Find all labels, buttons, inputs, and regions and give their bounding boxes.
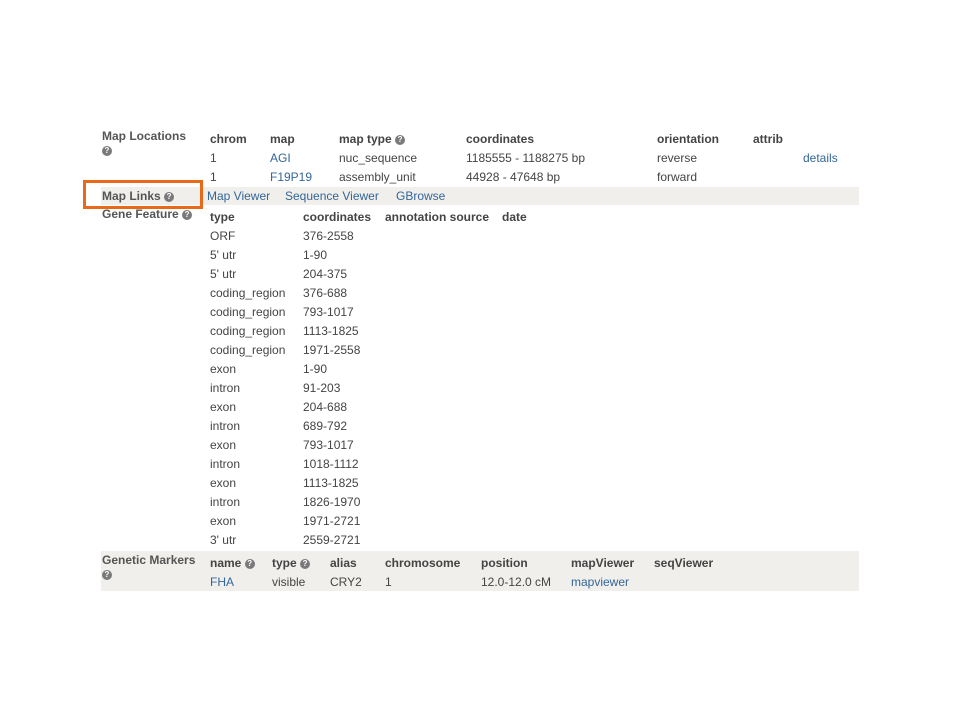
col-header-type: type (210, 210, 235, 224)
col-header-seqviewer: seqViewer (654, 556, 714, 570)
table-cell-type: 3' utr (210, 533, 237, 547)
help-icon[interactable]: ? (182, 210, 193, 220)
help-icon[interactable]: ? (102, 570, 112, 580)
col-header-chromosome: chromosome (385, 556, 461, 570)
table-cell-map-type: nuc_sequence (339, 151, 418, 165)
help-icon[interactable]: ? (395, 135, 406, 145)
table-cell-coordinates: 2559-2721 (303, 533, 361, 547)
table-cell-coordinates: 1971-2558 (303, 343, 361, 357)
mapviewer-link[interactable]: mapviewer (571, 575, 629, 589)
col-header-date: date (502, 210, 527, 224)
table-cell-coordinates: 793-1017 (303, 438, 354, 452)
col-header-mapviewer: mapViewer (571, 556, 635, 570)
map-links-section: Map Links ? Map Viewer Sequence Viewer G… (101, 187, 859, 205)
table-cell-type: 5' utr (210, 248, 237, 262)
table-cell-coordinates: 1018-1112 (303, 457, 359, 471)
marker-name-link[interactable]: FHA (210, 575, 234, 589)
table-cell-type: coding_region (210, 286, 286, 300)
genetic-markers-section: Genetic Markers ? name ? type ? alias ch… (101, 551, 859, 591)
table-cell-orientation: reverse (657, 151, 698, 165)
help-icon[interactable]: ? (164, 192, 175, 202)
genetic-markers-title: Genetic Markers ? (102, 553, 196, 580)
table-cell-coordinates: 1185555 - 1188275 bp (466, 151, 585, 165)
table-cell-alias: CRY2 (330, 575, 362, 589)
col-header-name: name ? (210, 556, 255, 570)
col-header-orientation: orientation (657, 132, 719, 146)
table-cell-coordinates: 1113-1825 (303, 324, 359, 338)
table-cell-coordinates: 44928 - 47648 bp (466, 170, 561, 184)
help-icon[interactable]: ? (102, 146, 112, 156)
table-cell-coordinates: 1-90 (303, 362, 328, 376)
table-cell-map-type: assembly_unit (339, 170, 416, 184)
col-header-position: position (481, 556, 528, 570)
table-cell-coordinates: 1971-2721 (303, 514, 361, 528)
gene-feature-section: Gene Feature ? type coordinates annotati… (101, 206, 859, 548)
table-cell-chrom: 1 (210, 151, 217, 165)
map-link-f19p19[interactable]: F19P19 (270, 170, 312, 184)
table-cell-coordinates: 1113-1825 (303, 476, 359, 490)
table-cell-coordinates: 689-792 (303, 419, 348, 433)
table-cell-type: coding_region (210, 305, 286, 319)
table-cell-type: visible (272, 575, 306, 589)
table-cell-type: exon (210, 400, 237, 414)
col-header-attrib: attrib (753, 132, 783, 146)
table-cell-chromosome: 1 (385, 575, 392, 589)
table-cell-coordinates: 376-2558 (303, 229, 354, 243)
table-cell-coordinates: 204-688 (303, 400, 348, 414)
table-cell-type: exon (210, 514, 237, 528)
col-header-map-type: map type ? (339, 132, 406, 146)
table-cell-type: exon (210, 438, 237, 452)
gene-feature-title: Gene Feature ? (102, 207, 193, 221)
table-cell-coordinates: 1826-1970 (303, 495, 361, 509)
table-cell-coordinates: 91-203 (303, 381, 341, 395)
table-cell-type: coding_region (210, 343, 286, 357)
col-header-alias: alias (330, 556, 357, 570)
col-header-coordinates: coordinates (466, 132, 535, 146)
help-icon[interactable]: ? (244, 559, 255, 569)
map-links-title: Map Links ? (102, 189, 175, 203)
table-cell-chrom: 1 (210, 170, 217, 184)
sequence-viewer-link[interactable]: Sequence Viewer (285, 189, 379, 203)
table-cell-coordinates: 793-1017 (303, 305, 354, 319)
table-cell-type: intron (210, 457, 241, 471)
table-cell-type: ORF (210, 229, 236, 243)
col-header-annotation-source: annotation source (385, 210, 490, 224)
table-cell-type: intron (210, 495, 241, 509)
map-viewer-link[interactable]: Map Viewer (207, 189, 270, 203)
col-header-type: type ? (272, 556, 311, 570)
details-link[interactable]: details (803, 151, 838, 165)
table-cell-type: exon (210, 476, 237, 490)
col-header-map: map (270, 132, 295, 146)
map-link-agi[interactable]: AGI (270, 151, 291, 165)
table-cell-type: exon (210, 362, 237, 376)
gbrowse-link[interactable]: GBrowse (396, 189, 445, 203)
table-cell-coordinates: 1-90 (303, 248, 328, 262)
map-locations-title: Map Locations ? (102, 129, 187, 156)
col-header-chrom: chrom (210, 132, 247, 146)
table-cell-orientation: forward (657, 170, 698, 184)
table-cell-type: intron (210, 381, 241, 395)
col-header-coordinates: coordinates (303, 210, 372, 224)
help-icon[interactable]: ? (300, 559, 311, 569)
map-locations-section: Map Locations ? chrom map map type ? coo… (101, 128, 859, 186)
table-cell-type: intron (210, 419, 241, 433)
table-cell-coordinates: 376-688 (303, 286, 348, 300)
table-cell-position: 12.0-12.0 cM (481, 575, 552, 589)
table-cell-type: 5' utr (210, 267, 237, 281)
table-cell-coordinates: 204-375 (303, 267, 348, 281)
table-cell-type: coding_region (210, 324, 286, 338)
